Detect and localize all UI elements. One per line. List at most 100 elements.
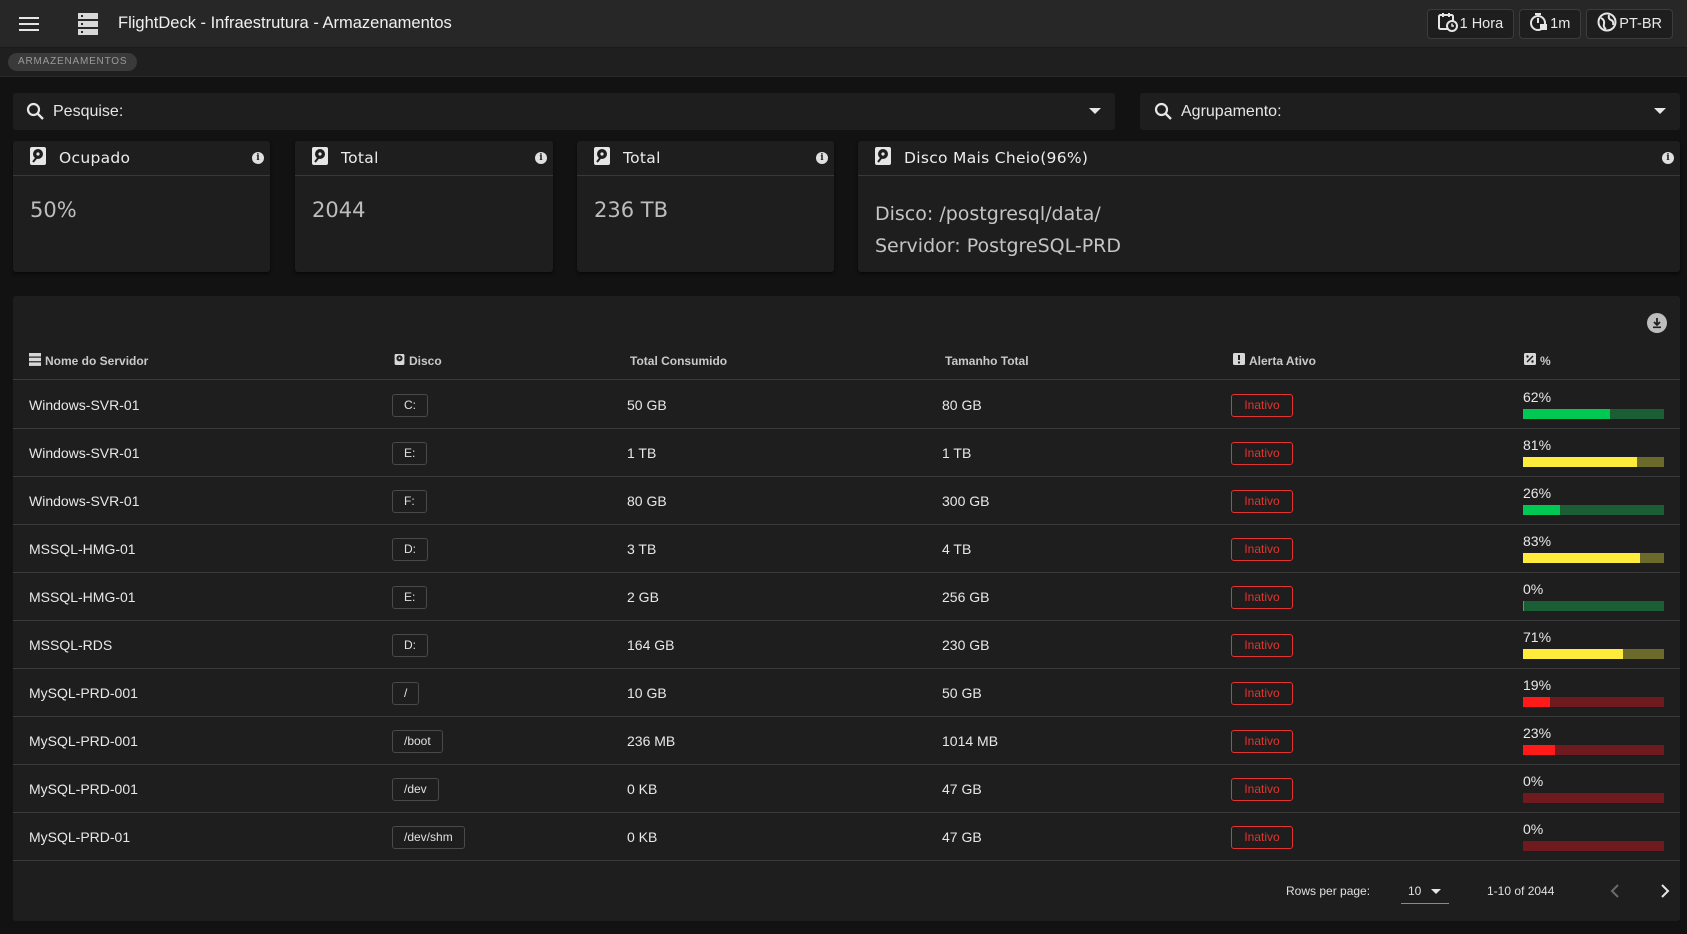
previous-page-button[interactable] [1603,879,1627,903]
disk-chip[interactable]: D: [392,537,428,561]
card-fullest-disk: Disco Mais Cheio(96%) i Disco: /postgres… [858,141,1680,272]
alert-status-chip[interactable]: Inativo [1231,585,1293,609]
table-row[interactable]: MySQL-PRD-001 / 10 GB 50 GB Inativo 19% [13,669,1680,717]
harddisk-icon [29,146,47,171]
disk-chip[interactable]: / [392,681,420,705]
table-row[interactable]: MSSQL-HMG-01 E: 2 GB 256 GB Inativo 0% [13,573,1680,621]
table-row[interactable]: Windows-SVR-01 F: 80 GB 300 GB Inativo 26% [13,477,1680,525]
info-icon[interactable]: i [535,152,547,164]
column-header-label: Alerta Ativo [1249,353,1316,368]
server-name: MySQL-PRD-001 [29,733,138,749]
info-icon[interactable]: i [252,152,264,164]
usage-percent-label: 26% [1523,485,1552,501]
search-icon [26,102,45,121]
usage-percent-label: 83% [1523,533,1552,549]
fullest-disk-server: Servidor: PostgreSQL-PRD [875,235,1121,257]
usage-percent-label: 0% [1523,581,1544,597]
table-row[interactable]: Windows-SVR-01 C: 50 GB 80 GB Inativo 62% [13,381,1680,429]
disk-chip[interactable]: E: [392,441,428,465]
table-row[interactable]: MSSQL-RDS D: 164 GB 230 GB Inativo 71% [13,621,1680,669]
usage-bar-track [1523,793,1664,803]
alert-status-chip[interactable]: Inativo [1231,441,1293,465]
card-value: 236 TB [594,198,668,222]
size-value: 230 GB [942,637,990,653]
search-input[interactable]: Pesquise: [13,93,1115,130]
consumed-value: 50 GB [627,397,667,413]
usage-progress: 71% [1523,629,1664,659]
column-header-consumed[interactable]: Total Consumido [630,341,727,380]
disk-chip[interactable]: F: [392,489,427,513]
column-header-alert[interactable]: Alerta Ativo [1233,341,1316,380]
rows-per-page-select[interactable]: 10 [1401,880,1449,904]
column-header-disk[interactable]: Disco [394,341,442,380]
card-occupied: Ocupado i 50% [13,141,270,272]
search-dropdown-icon[interactable] [1089,108,1101,114]
usage-bar-fill [1523,409,1611,419]
disk-chip[interactable]: /dev/shm [392,825,465,849]
usage-bar-fill [1523,745,1556,755]
card-title: Total [341,149,379,167]
disk-chip[interactable]: /dev [392,777,439,801]
rows-per-page-value: 10 [1408,884,1422,898]
disk-chip[interactable]: /boot [392,729,443,753]
breadcrumb-chip[interactable]: ARMAZENAMENTOS [8,53,138,71]
disk-chip[interactable]: E: [392,585,428,609]
server-icon [29,352,41,369]
consumed-value: 236 MB [627,733,676,749]
table-row[interactable]: MySQL-PRD-01/dev/shm 0 KB 47 GB Inativo 0% [13,813,1680,861]
disk-chip[interactable]: D: [392,633,428,657]
table-row[interactable]: MySQL-PRD-001/dev 0 KB 47 GB Inativo 0% [13,765,1680,813]
alert-status-chip[interactable]: Inativo [1231,633,1293,657]
search-label: Pesquise: [53,102,124,120]
size-value: 47 GB [942,829,982,845]
next-page-button[interactable] [1653,879,1677,903]
usage-bar-track [1523,505,1664,515]
column-header-percent[interactable]: % [1524,341,1551,380]
alert-status-chip[interactable]: Inativo [1231,777,1293,801]
alert-status-chip[interactable]: Inativo [1231,489,1293,513]
menu-icon[interactable] [14,9,44,39]
usage-progress: 0% [1523,581,1664,611]
table-row[interactable]: MSSQL-HMG-01 D: 3 TB 4 TB Inativo 83% [13,525,1680,573]
size-value: 50 GB [942,685,982,701]
refresh-interval-button[interactable]: 1m [1519,9,1582,39]
grouping-dropdown-icon[interactable] [1654,108,1666,114]
table-row[interactable]: Windows-SVR-01 E: 1 TB 1 TB Inativo 81% [13,429,1680,477]
info-icon[interactable]: i [1662,152,1674,164]
size-value: 1 TB [942,445,972,461]
usage-progress: 62% [1523,389,1664,419]
alert-status-chip[interactable]: Inativo [1231,729,1293,753]
consumed-value: 164 GB [627,637,675,653]
column-header-size[interactable]: Tamanho Total [945,341,1029,380]
server-name: MSSQL-HMG-01 [29,541,136,557]
column-header-label: Nome do Servidor [45,353,149,368]
alert-status-chip[interactable]: Inativo [1231,537,1293,561]
grouping-select[interactable]: Agrupamento: [1140,93,1680,130]
disk-chip[interactable]: C: [392,393,428,417]
storage-table: Nome do Servidor Disco Total Consumido T… [13,296,1680,921]
breadcrumb: ARMAZENAMENTOS [0,48,1687,77]
time-range-button[interactable]: 1 Hora [1426,9,1515,39]
harddisk-icon [311,146,329,171]
column-header-server[interactable]: Nome do Servidor [29,341,148,380]
usage-progress: 83% [1523,533,1664,563]
language-button[interactable]: PT-BR [1586,9,1673,39]
usage-bar-track [1523,457,1664,467]
consumed-value: 1 TB [627,445,657,461]
search-icon [1154,102,1173,121]
table-row[interactable]: MySQL-PRD-001/boot 236 MB 1014 MB Inativo 23… [13,717,1680,765]
server-name: MySQL-PRD-01 [29,829,131,845]
info-icon[interactable]: i [816,152,828,164]
top-app-bar: FlightDeck - Infraestrutura - Armazename… [0,0,1687,48]
usage-bar-fill [1523,649,1624,659]
server-name: MySQL-PRD-001 [29,781,138,797]
globe-icon [1597,12,1617,36]
server-name: MySQL-PRD-001 [29,685,138,701]
download-icon[interactable] [1647,313,1667,333]
alert-status-chip[interactable]: Inativo [1231,825,1293,849]
calendar-clock-icon [1437,12,1458,36]
alert-status-chip[interactable]: Inativo [1231,681,1293,705]
usage-progress: 19% [1523,677,1664,707]
usage-percent-label: 0% [1523,821,1544,837]
alert-status-chip[interactable]: Inativo [1231,393,1293,417]
